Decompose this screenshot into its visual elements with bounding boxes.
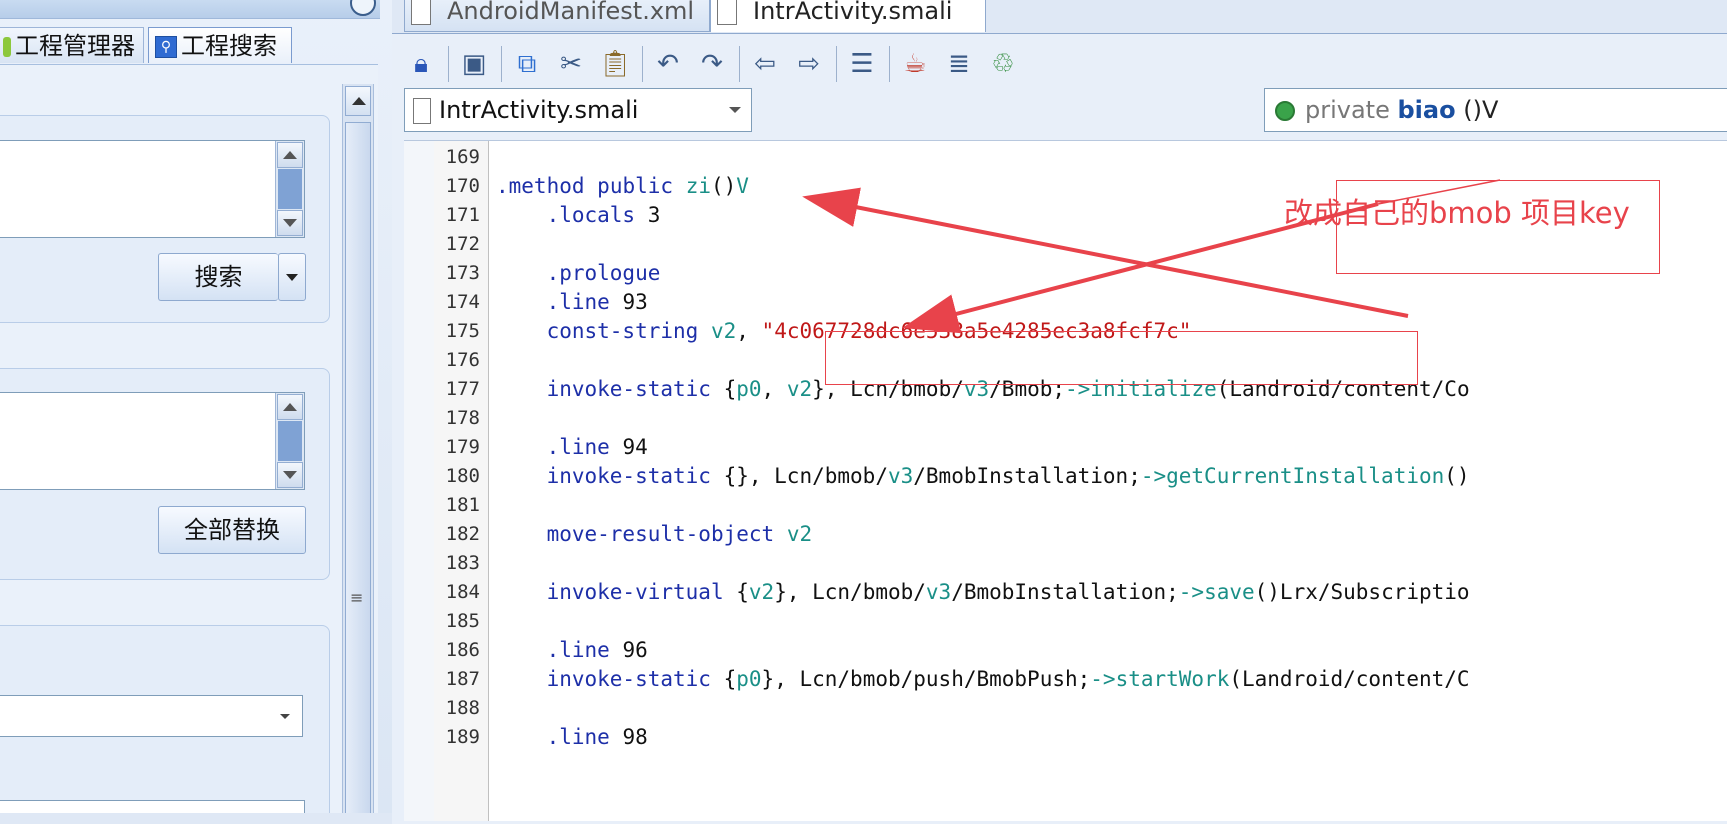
line-number: 183	[445, 552, 480, 574]
project-manager-icon	[3, 37, 11, 57]
forward-icon[interactable]: ⇨	[790, 44, 828, 84]
format-icon[interactable]: ☰	[843, 44, 881, 84]
refresh-icon[interactable]: ♲	[984, 44, 1022, 84]
file-icon	[717, 0, 737, 25]
gutter-divider	[488, 141, 489, 821]
code-text: move-result-object v2	[546, 522, 813, 546]
scroll-thumb[interactable]	[278, 421, 302, 461]
file-selector[interactable]: IntrActivity.smali	[404, 88, 752, 132]
search-icon: ⚲	[155, 36, 177, 58]
method-modifier: private	[1305, 96, 1390, 124]
editor-area: AndroidManifest.xml IntrActivity.smali 🔒…	[392, 0, 1727, 824]
line-number: 179	[445, 436, 480, 458]
toolbar-separator	[836, 46, 837, 82]
scroll-up-icon[interactable]	[277, 142, 303, 168]
back-icon[interactable]: ⇦	[746, 44, 784, 84]
splitter-grip-icon[interactable]: ≡	[350, 588, 363, 607]
paste-icon[interactable]: 📋︎	[596, 44, 634, 84]
save-icon[interactable]: ▣	[455, 44, 493, 84]
java-icon[interactable]: ☕︎	[896, 44, 934, 84]
cut-icon[interactable]: ✂	[552, 44, 590, 84]
line-number: 187	[445, 668, 480, 690]
code-text: invoke-virtual {v2}, Lcn/bmob/v3/BmobIns…	[546, 580, 1470, 604]
file-icon	[411, 0, 431, 25]
project-search-panel: 工程管理器 ⚲ 工程搜索 搜索 全部替换 ≡	[0, 0, 392, 813]
code-text: .prologue	[546, 261, 661, 285]
line-number: 169	[445, 146, 480, 168]
copy-icon[interactable]: ⧉	[508, 44, 546, 84]
line-number: 172	[445, 233, 480, 255]
line-number: 176	[445, 349, 480, 371]
line-number: 184	[445, 581, 480, 603]
lock-icon[interactable]: 🔒︎	[402, 44, 440, 84]
scroll-thumb[interactable]	[345, 122, 371, 813]
line-number: 186	[445, 639, 480, 661]
code-text: .line 94	[546, 435, 648, 459]
code-text: .line 98	[546, 725, 648, 749]
bottom-option-field[interactable]	[0, 800, 305, 813]
line-number: 188	[445, 697, 480, 719]
code-text: .locals 3	[546, 203, 661, 227]
toolbar-separator	[642, 46, 643, 82]
scroll-up-icon[interactable]	[345, 86, 371, 116]
scroll-thumb[interactable]	[278, 169, 302, 209]
tab-project-search-label: 工程搜索	[181, 32, 277, 60]
line-number: 174	[445, 291, 480, 313]
method-icon	[1275, 101, 1295, 121]
replace-text-input[interactable]	[0, 392, 305, 490]
tab-project-manager-label: 工程管理器	[15, 32, 135, 60]
find-text-input[interactable]	[0, 140, 305, 238]
line-number: 171	[445, 204, 480, 226]
code-text: .line 93	[546, 290, 648, 314]
search-dropdown-button[interactable]	[278, 253, 306, 301]
line-number: 182	[445, 523, 480, 545]
code-text: .method public zi()V	[496, 174, 749, 198]
search-scope-select[interactable]	[0, 695, 303, 737]
java-file-icon	[413, 98, 431, 124]
replace-all-button[interactable]: 全部替换	[158, 506, 306, 554]
scroll-up-icon[interactable]	[277, 394, 303, 420]
method-signature: ()V	[1463, 96, 1499, 124]
find-input-scrollbar[interactable]	[275, 141, 304, 237]
tab-project-search[interactable]: ⚲ 工程搜索	[148, 27, 292, 63]
annotation-note: 改成自己的bmob 项目key	[1284, 196, 1630, 230]
toolbar-separator	[739, 46, 740, 82]
line-number: 181	[445, 494, 480, 516]
code-text: .line 96	[546, 638, 648, 662]
list-icon[interactable]: ≣	[940, 44, 978, 84]
tab-project-manager[interactable]: 工程管理器	[0, 27, 144, 63]
code-text: invoke-static {}, Lcn/bmob/v3/BmobInstal…	[546, 464, 1470, 488]
line-number: 178	[445, 407, 480, 429]
toolbar-separator	[448, 46, 449, 82]
line-number: 185	[445, 610, 480, 632]
scroll-down-icon[interactable]	[277, 210, 303, 236]
tab-intr-activity[interactable]: IntrActivity.smali	[710, 0, 986, 32]
code-text: invoke-static {p0}, Lcn/bmob/push/BmobPu…	[546, 667, 1470, 691]
search-button[interactable]: 搜索	[158, 253, 278, 301]
method-selector[interactable]: private biao ()V	[1264, 88, 1727, 132]
line-number: 189	[445, 726, 480, 748]
method-name: biao	[1397, 96, 1456, 124]
line-number: 175	[445, 320, 480, 342]
line-number: 180	[445, 465, 480, 487]
file-selector-value: IntrActivity.smali	[439, 96, 639, 124]
tab-intr-activity-label: IntrActivity.smali	[753, 0, 953, 25]
line-number: 170	[445, 175, 480, 197]
marker-bar	[404, 141, 435, 821]
line-number: 173	[445, 262, 480, 284]
toolbar-separator	[889, 46, 890, 82]
panel-scrollbar[interactable]: ≡	[342, 84, 374, 813]
app-key-highlight-box	[825, 331, 1418, 385]
redo-icon[interactable]: ↷	[693, 44, 731, 84]
undo-icon[interactable]: ↶	[649, 44, 687, 84]
editor-toolbar: 🔒︎ ▣ ⧉ ✂ 📋︎ ↶ ↷ ⇦ ⇨ ☰ ☕︎ ≣ ♲	[402, 40, 1028, 88]
tab-android-manifest[interactable]: AndroidManifest.xml	[404, 0, 710, 32]
toolbar-separator	[501, 46, 502, 82]
replace-input-scrollbar[interactable]	[275, 393, 304, 489]
tab-android-manifest-label: AndroidManifest.xml	[447, 0, 695, 25]
line-number: 177	[445, 378, 480, 400]
scroll-down-icon[interactable]	[277, 462, 303, 488]
panel-title-strip	[0, 0, 380, 19]
